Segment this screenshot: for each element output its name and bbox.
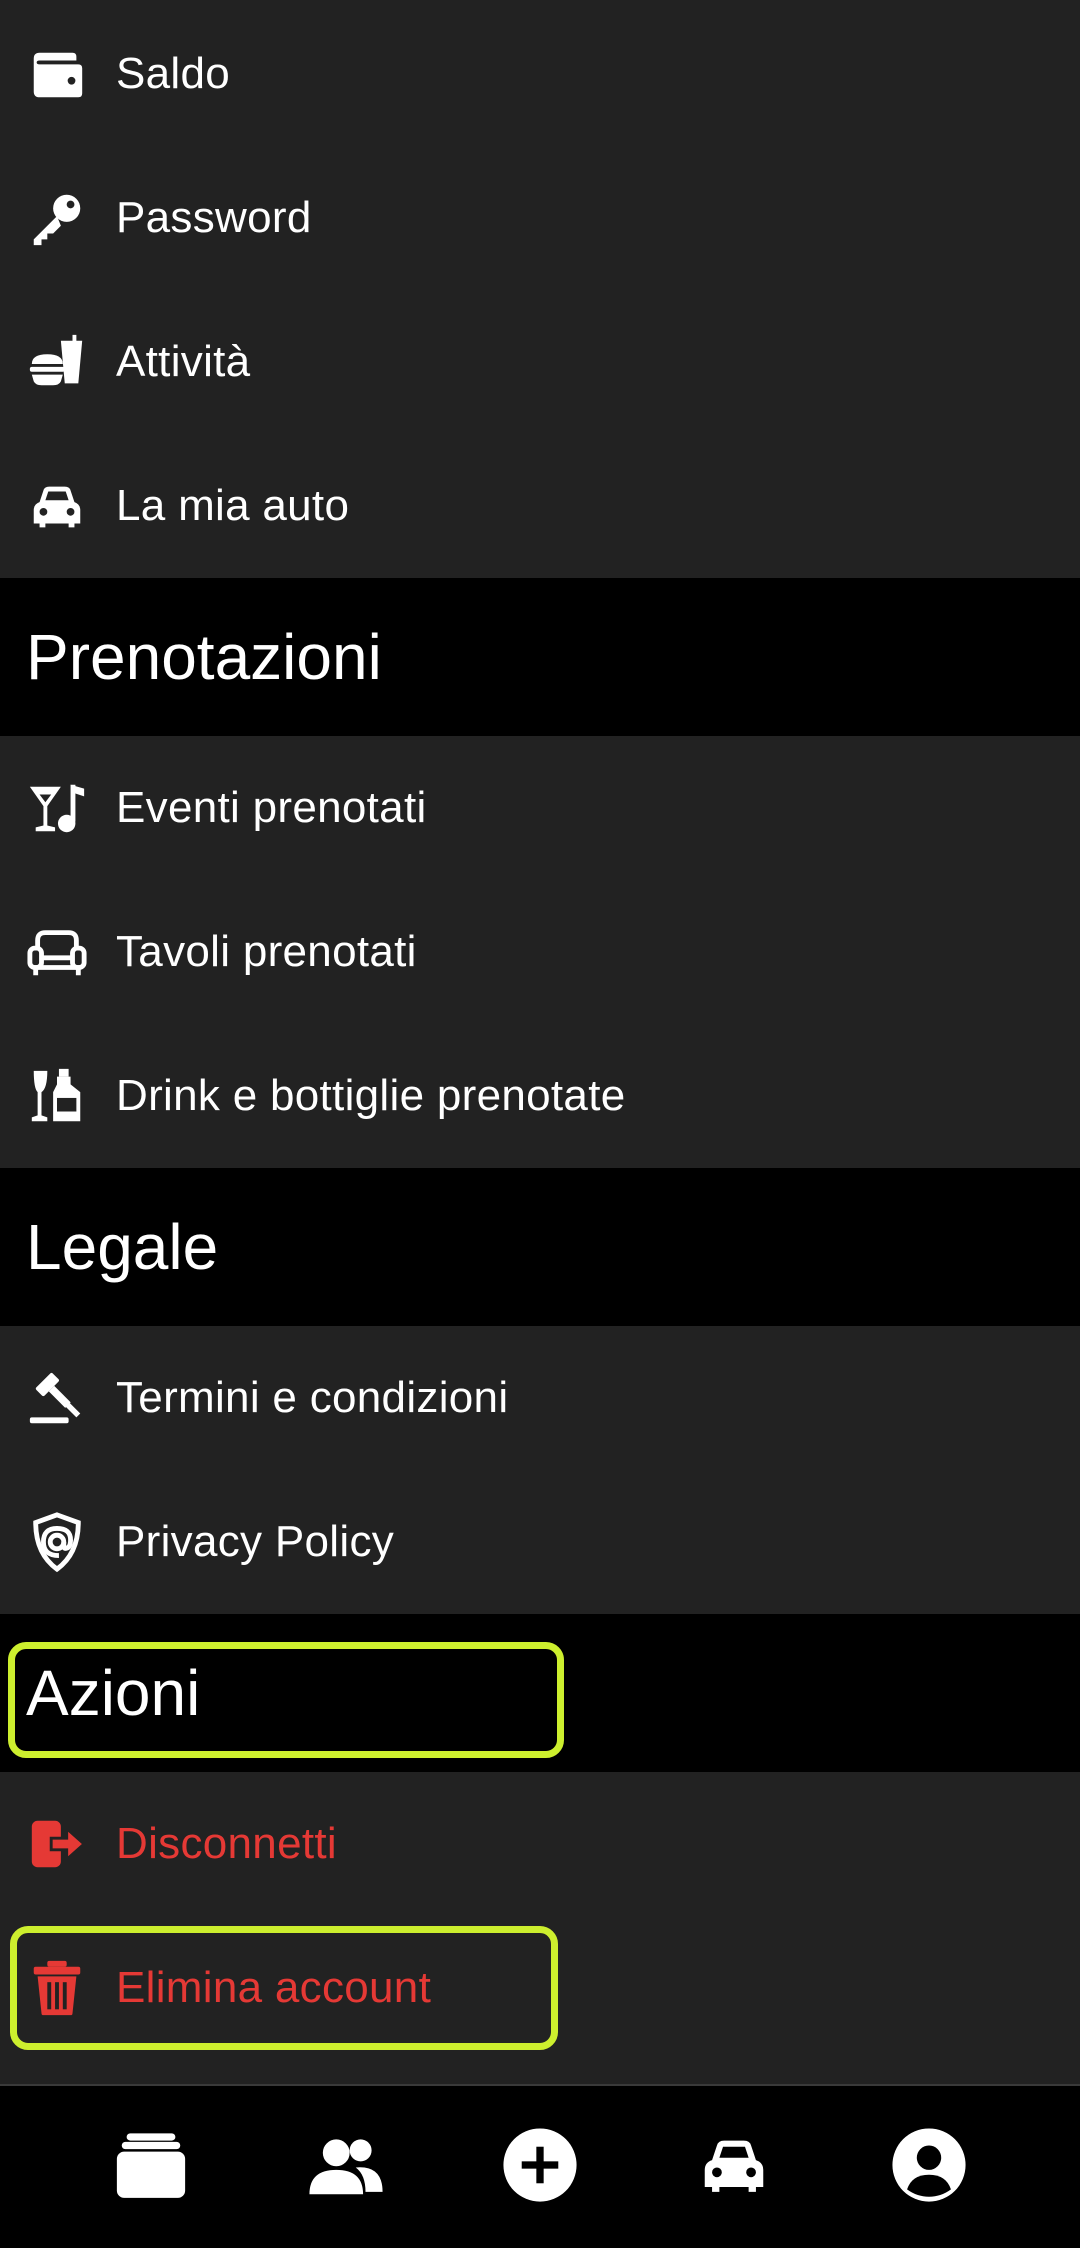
menu-item-saldo[interactable]: Saldo bbox=[0, 2, 1080, 146]
menu-item-attivita[interactable]: Attività bbox=[0, 290, 1080, 434]
nav-profile-button[interactable] bbox=[884, 2122, 974, 2212]
car-icon bbox=[695, 2126, 773, 2209]
menu-item-tavoli-prenotati[interactable]: Tavoli prenotati bbox=[0, 880, 1080, 1024]
nav-car-button[interactable] bbox=[689, 2122, 779, 2212]
highlight-box-elimina-account bbox=[10, 1926, 558, 2050]
menu-item-label: Attività bbox=[116, 337, 251, 386]
cards-icon bbox=[112, 2126, 190, 2209]
plus-circle-icon bbox=[501, 2126, 579, 2209]
menu-item-privacy[interactable]: Privacy Policy bbox=[0, 1470, 1080, 1614]
gavel-icon bbox=[26, 1367, 88, 1429]
shield-at-icon bbox=[26, 1511, 88, 1573]
menu-item-disconnetti[interactable]: Disconnetti bbox=[0, 1772, 1080, 1916]
bottles-icon bbox=[26, 1065, 88, 1127]
menu-item-label: Tavoli prenotati bbox=[116, 927, 417, 976]
wallet-icon bbox=[26, 43, 88, 105]
logout-icon bbox=[26, 1813, 88, 1875]
menu-item-label: Eventi prenotati bbox=[116, 783, 427, 832]
menu-item-label: Password bbox=[116, 193, 312, 242]
car-icon bbox=[26, 475, 88, 537]
couch-icon bbox=[26, 921, 88, 983]
profile-icon bbox=[890, 2126, 968, 2209]
cocktail-music-icon bbox=[26, 777, 88, 839]
menu-item-label: Drink e bottiglie prenotate bbox=[116, 1071, 626, 1120]
menu-item-label: Privacy Policy bbox=[116, 1517, 395, 1566]
nav-add-button[interactable] bbox=[495, 2122, 585, 2212]
menu-item-label: Disconnetti bbox=[116, 1819, 337, 1868]
nav-cards-button[interactable] bbox=[106, 2122, 196, 2212]
nav-users-button[interactable] bbox=[301, 2122, 391, 2212]
menu-item-label: La mia auto bbox=[116, 481, 350, 530]
key-icon bbox=[26, 187, 88, 249]
menu-item-la-mia-auto[interactable]: La mia auto bbox=[0, 434, 1080, 578]
menu-item-termini[interactable]: Termini e condizioni bbox=[0, 1326, 1080, 1470]
menu-item-drink-bottiglie[interactable]: Drink e bottiglie prenotate bbox=[0, 1024, 1080, 1168]
section-header-legale: Legale bbox=[0, 1168, 1080, 1326]
menu-item-eventi-prenotati[interactable]: Eventi prenotati bbox=[0, 736, 1080, 880]
highlight-box-azioni bbox=[8, 1642, 564, 1758]
menu-item-label: Termini e condizioni bbox=[116, 1373, 509, 1422]
section-title: Legale bbox=[26, 1211, 219, 1283]
section-header-prenotazioni: Prenotazioni bbox=[0, 578, 1080, 736]
food-drink-icon bbox=[26, 331, 88, 393]
menu-item-password[interactable]: Password bbox=[0, 146, 1080, 290]
bottom-nav bbox=[0, 2084, 1080, 2248]
section-title: Prenotazioni bbox=[26, 621, 382, 693]
users-icon bbox=[307, 2126, 385, 2209]
menu-item-label: Saldo bbox=[116, 49, 231, 98]
